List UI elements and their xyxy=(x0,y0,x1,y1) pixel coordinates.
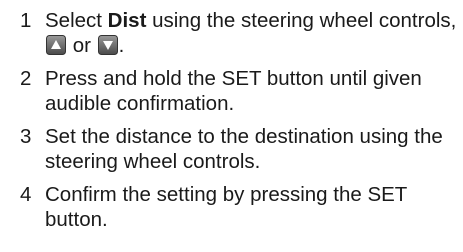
step-4: 4 Confirm the setting by pressing the SE… xyxy=(20,182,460,232)
step-text-part: using the steering wheel controls, xyxy=(146,9,457,32)
step-text: Select Dist using the steering wheel con… xyxy=(45,9,456,57)
step-text-part: Select xyxy=(45,9,108,32)
step-text-part: or xyxy=(67,34,97,57)
step-number: 3 xyxy=(20,125,32,148)
step-number: 4 xyxy=(20,183,32,206)
step-text: Press and hold the SET button until give… xyxy=(45,67,422,115)
step-2: 2 Press and hold the SET button until gi… xyxy=(20,66,460,116)
instruction-steps: 1 Select Dist using the steering wheel c… xyxy=(20,8,460,240)
step-text: Set the distance to the destination usin… xyxy=(45,125,443,173)
step-text-part: . xyxy=(118,34,125,57)
step-3: 3 Set the distance to the destination us… xyxy=(20,124,460,174)
step-number: 2 xyxy=(20,67,32,90)
step-1: 1 Select Dist using the steering wheel c… xyxy=(20,8,460,58)
menu-option-dist: Dist xyxy=(107,9,147,32)
step-number: 1 xyxy=(20,9,32,32)
step-text: Confirm the setting by pressing the SET … xyxy=(45,183,407,231)
up-arrow-key-icon xyxy=(46,35,66,55)
down-arrow-key-icon xyxy=(97,35,118,55)
